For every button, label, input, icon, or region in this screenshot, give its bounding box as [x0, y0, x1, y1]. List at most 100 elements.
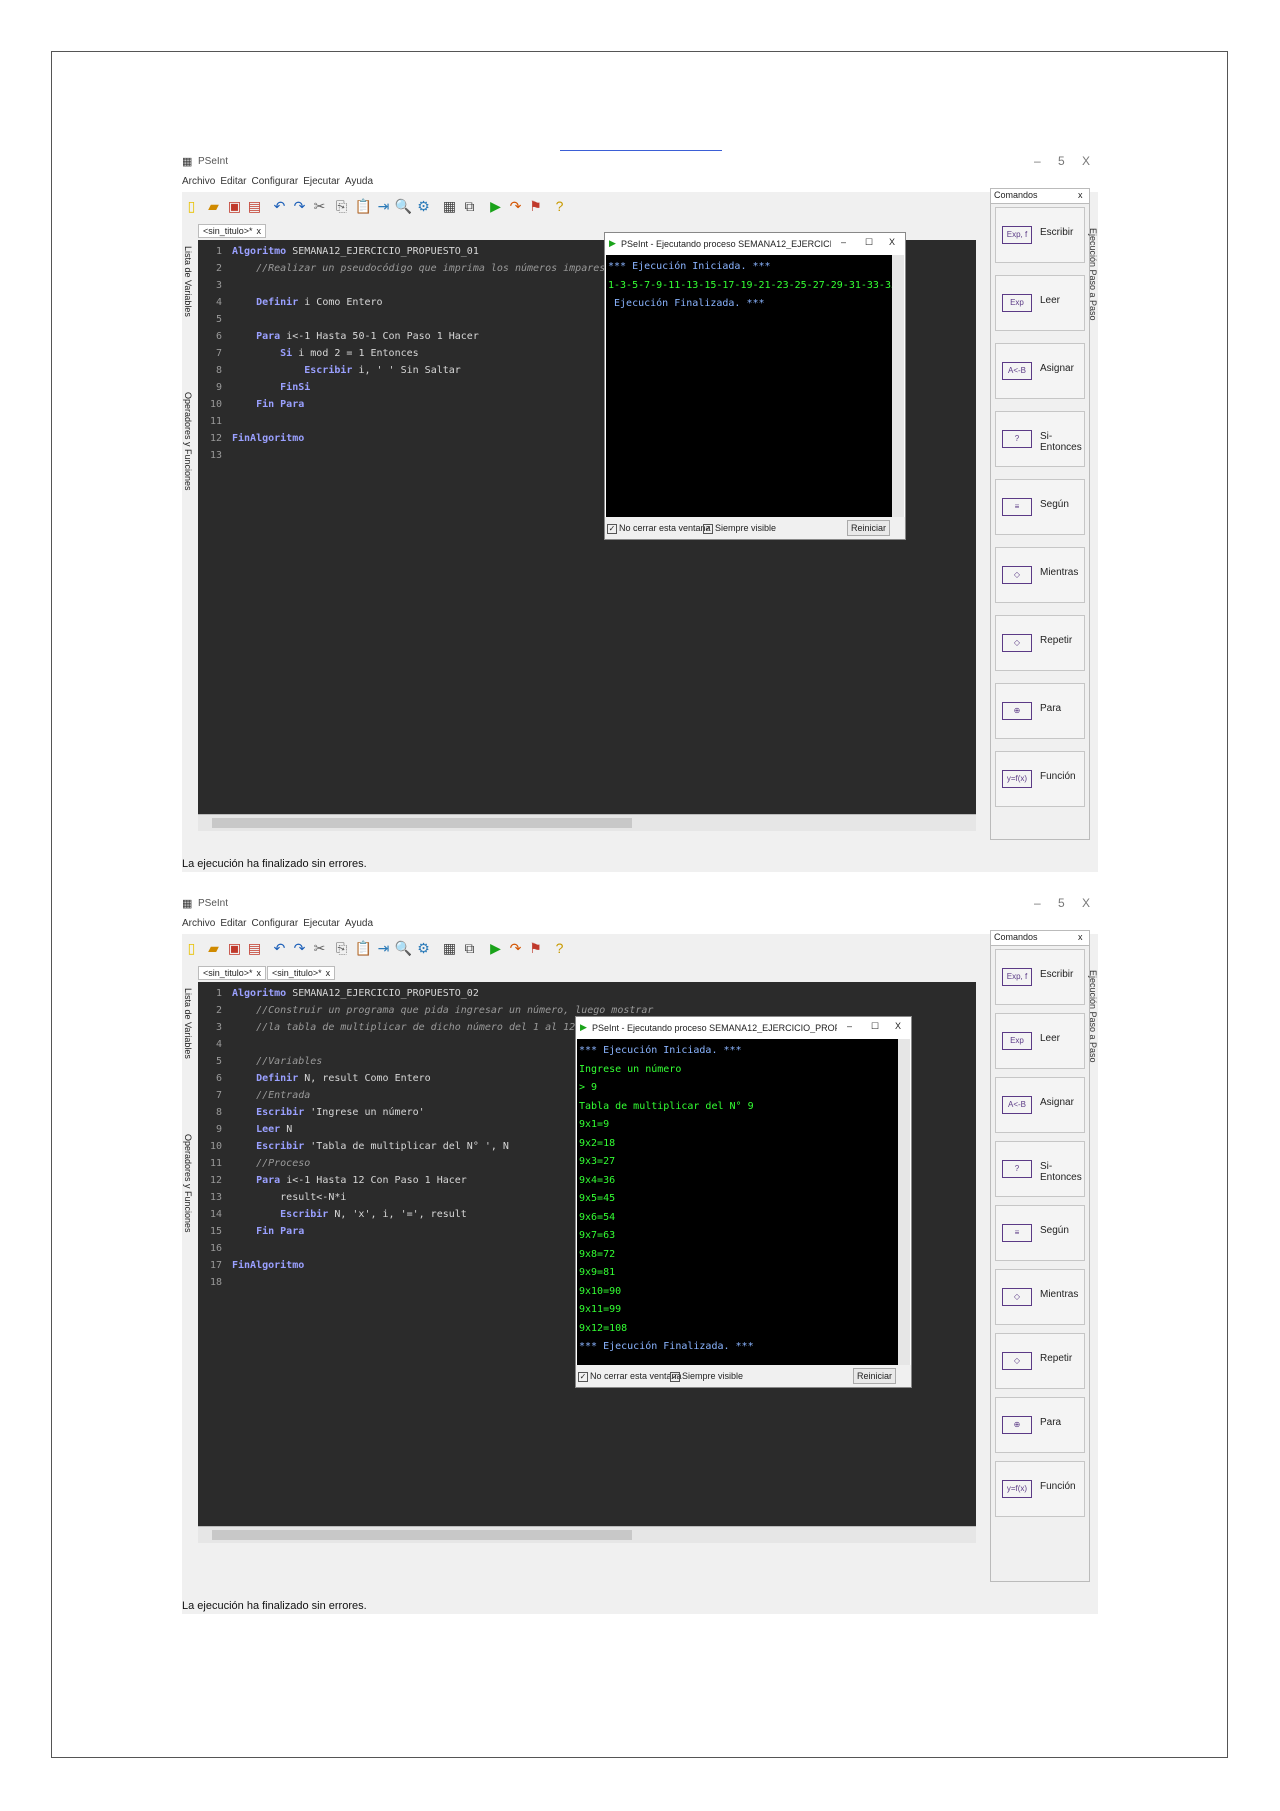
step-by-step-tab[interactable]: Ejecución Paso a Paso — [1088, 970, 1098, 1063]
command-escribir[interactable]: Exp, f Escribir — [995, 207, 1085, 263]
save-as-icon[interactable]: ▤ — [245, 197, 264, 216]
save-icon[interactable]: ▣ — [225, 939, 244, 958]
menu-editar[interactable]: Editar — [220, 176, 246, 187]
tab-close-icon[interactable]: x — [326, 968, 331, 978]
paste-icon[interactable]: 📋 — [354, 939, 373, 958]
command-si-entonces[interactable]: ? Si-Entonces — [995, 1141, 1085, 1197]
menu-configurar[interactable]: Configurar — [251, 918, 298, 929]
console-minimize-button[interactable]: – — [841, 237, 846, 247]
command-seg-n[interactable]: ≡ Según — [995, 1205, 1085, 1261]
help-icon[interactable]: ? — [550, 939, 569, 958]
command-seg-n[interactable]: ≡ Según — [995, 479, 1085, 535]
help-icon[interactable]: ? — [550, 197, 569, 216]
open-icon[interactable]: ▰ — [204, 939, 223, 958]
new-file-icon[interactable]: ▯ — [182, 939, 201, 958]
menu-configurar[interactable]: Configurar — [251, 176, 298, 187]
restart-button[interactable]: Reiniciar — [853, 1368, 897, 1384]
copy-icon[interactable]: ⎘ — [332, 939, 351, 958]
console-close-button[interactable]: X — [889, 237, 895, 247]
menu-ayuda[interactable]: Ayuda — [345, 918, 373, 929]
maximize-button[interactable]: 5 — [1058, 896, 1065, 910]
undo-icon[interactable]: ↶ — [270, 197, 289, 216]
menu-archivo[interactable]: Archivo — [182, 918, 215, 929]
horizontal-scrollbar[interactable] — [198, 814, 976, 831]
run-step-icon[interactable]: ⚙ — [414, 939, 433, 958]
cut-icon[interactable]: ✂ — [310, 939, 329, 958]
console-close-button[interactable]: X — [895, 1021, 901, 1031]
command-funci-n[interactable]: y=f(x) Función — [995, 1461, 1085, 1517]
tab-close-icon[interactable]: x — [257, 226, 262, 236]
command-mientras[interactable]: ◇ Mientras — [995, 1269, 1085, 1325]
step-icon[interactable]: ↷ — [506, 197, 525, 216]
variables-list-tab[interactable]: Lista de Variables — [183, 988, 193, 1059]
commands-close-icon[interactable]: x — [1078, 190, 1083, 200]
command-funci-n[interactable]: y=f(x) Función — [995, 751, 1085, 807]
scrollbar-thumb[interactable] — [212, 818, 632, 828]
flowchart-icon[interactable]: ⧉ — [460, 939, 479, 958]
copy-icon[interactable]: ⎘ — [332, 197, 351, 216]
save-as-icon[interactable]: ▤ — [245, 939, 264, 958]
command-mientras[interactable]: ◇ Mientras — [995, 547, 1085, 603]
keep-open-checkbox[interactable]: ✓ No cerrar esta ventana — [607, 523, 711, 534]
diagram-icon[interactable]: ▦ — [440, 197, 459, 216]
always-visible-checkbox[interactable]: ✓ Siempre visible — [670, 1371, 743, 1382]
find-icon[interactable]: 🔍 — [394, 939, 413, 958]
close-button[interactable]: X — [1082, 896, 1090, 910]
editor-tab[interactable]: <sin_titulo>* x — [198, 966, 267, 980]
always-visible-checkbox[interactable]: ✓ Siempre visible — [703, 523, 776, 534]
command-si-entonces[interactable]: ? Si-Entonces — [995, 411, 1085, 467]
console-scrollbar[interactable] — [898, 1039, 910, 1365]
variables-list-tab[interactable]: Lista de Variables — [183, 246, 193, 317]
restart-button[interactable]: Reiniciar — [847, 520, 891, 536]
open-icon[interactable]: ▰ — [204, 197, 223, 216]
save-icon[interactable]: ▣ — [225, 197, 244, 216]
find-icon[interactable]: 🔍 — [394, 197, 413, 216]
run-step-icon[interactable]: ⚙ — [414, 197, 433, 216]
menu-ayuda[interactable]: Ayuda — [345, 176, 373, 187]
maximize-button[interactable]: 5 — [1058, 154, 1065, 168]
console-maximize-button[interactable]: ☐ — [865, 237, 873, 248]
new-file-icon[interactable]: ▯ — [182, 197, 201, 216]
undo-icon[interactable]: ↶ — [270, 939, 289, 958]
redo-icon[interactable]: ↷ — [290, 939, 309, 958]
console-scrollbar[interactable] — [892, 255, 904, 517]
step-by-step-tab[interactable]: Ejecución Paso a Paso — [1088, 228, 1098, 321]
minimize-button[interactable]: – — [1034, 896, 1041, 910]
scrollbar-thumb[interactable] — [212, 1530, 632, 1540]
console-maximize-button[interactable]: ☐ — [871, 1021, 879, 1032]
menu-ejecutar[interactable]: Ejecutar — [303, 918, 340, 929]
console-minimize-button[interactable]: – — [847, 1021, 852, 1031]
minimize-button[interactable]: – — [1034, 154, 1041, 168]
diagram-icon[interactable]: ▦ — [440, 939, 459, 958]
indent-icon[interactable]: ⇥ — [374, 197, 393, 216]
command-leer[interactable]: Exp Leer — [995, 275, 1085, 331]
paste-icon[interactable]: 📋 — [354, 197, 373, 216]
keep-open-checkbox[interactable]: ✓ No cerrar esta ventana — [578, 1371, 682, 1382]
command-asignar[interactable]: A<-B Asignar — [995, 343, 1085, 399]
editor-tab[interactable]: <sin_titulo>* x — [267, 966, 336, 980]
menu-ejecutar[interactable]: Ejecutar — [303, 176, 340, 187]
debug-icon[interactable]: ⚑ — [526, 939, 545, 958]
menu-editar[interactable]: Editar — [220, 918, 246, 929]
horizontal-scrollbar[interactable] — [198, 1526, 976, 1543]
operators-functions-tab[interactable]: Operadores y Funciones — [183, 1134, 193, 1233]
editor-tab[interactable]: <sin_titulo>* x — [198, 224, 267, 238]
operators-functions-tab[interactable]: Operadores y Funciones — [183, 392, 193, 491]
cut-icon[interactable]: ✂ — [310, 197, 329, 216]
run-icon[interactable]: ▶ — [486, 939, 505, 958]
command-repetir[interactable]: ◇ Repetir — [995, 1333, 1085, 1389]
command-asignar[interactable]: A<-B Asignar — [995, 1077, 1085, 1133]
run-icon[interactable]: ▶ — [486, 197, 505, 216]
redo-icon[interactable]: ↷ — [290, 197, 309, 216]
step-icon[interactable]: ↷ — [506, 939, 525, 958]
command-escribir[interactable]: Exp, f Escribir — [995, 949, 1085, 1005]
menu-archivo[interactable]: Archivo — [182, 176, 215, 187]
close-button[interactable]: X — [1082, 154, 1090, 168]
command-para[interactable]: ⊕ Para — [995, 1397, 1085, 1453]
flowchart-icon[interactable]: ⧉ — [460, 197, 479, 216]
command-repetir[interactable]: ◇ Repetir — [995, 615, 1085, 671]
debug-icon[interactable]: ⚑ — [526, 197, 545, 216]
commands-close-icon[interactable]: x — [1078, 932, 1083, 942]
tab-close-icon[interactable]: x — [257, 968, 262, 978]
indent-icon[interactable]: ⇥ — [374, 939, 393, 958]
